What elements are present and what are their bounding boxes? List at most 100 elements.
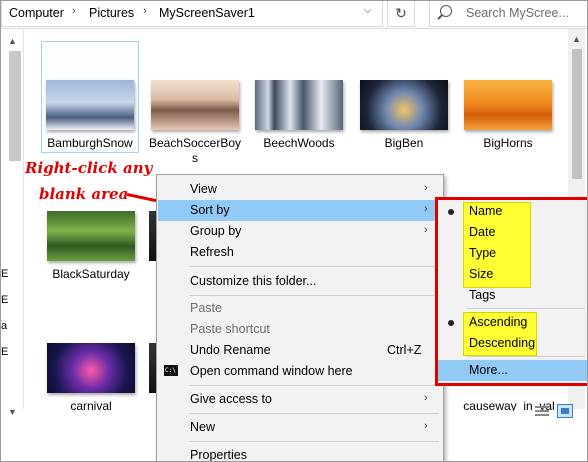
address-bar: Computer › Pictures › MyScreenSaver1 ⌵ ↻… bbox=[1, 1, 587, 29]
menu-separator bbox=[189, 295, 439, 296]
sort-option-label: Name bbox=[469, 204, 503, 218]
sort-option-tags[interactable]: Tags bbox=[437, 285, 587, 306]
menu-separator bbox=[189, 385, 439, 386]
menu-item-shortcut: Ctrl+Z bbox=[387, 343, 422, 357]
sort-option-label: Size bbox=[469, 267, 494, 281]
large-icons-view-icon[interactable] bbox=[557, 404, 573, 418]
menu-item-sort-by[interactable]: Sort by › bbox=[158, 200, 441, 221]
file-item-bighorns[interactable]: BigHorns bbox=[460, 42, 556, 151]
thumbnail-image bbox=[47, 211, 135, 261]
file-item-beechwoods[interactable]: BeechWoods bbox=[251, 42, 347, 151]
radio-selected-icon bbox=[448, 320, 454, 326]
menu-item-label: Refresh bbox=[190, 245, 234, 259]
file-item-bigben[interactable]: BigBen bbox=[356, 42, 452, 151]
file-item-carnival[interactable]: carnival bbox=[43, 301, 139, 411]
menu-item-label: View bbox=[190, 182, 217, 196]
thumbnail-image bbox=[47, 343, 135, 393]
nav-partial-label[interactable]: E bbox=[1, 261, 8, 287]
file-name: carnival bbox=[70, 399, 112, 411]
chevron-right-icon: › bbox=[424, 203, 428, 215]
sort-option-label: Date bbox=[469, 225, 496, 239]
menu-item-refresh[interactable]: Refresh bbox=[158, 242, 441, 263]
sort-option-label: Descending bbox=[469, 336, 536, 350]
sort-option-label: Ascending bbox=[469, 315, 528, 329]
nav-partial-labels: E E a E bbox=[1, 261, 8, 365]
scroll-up-icon[interactable]: ▲ bbox=[8, 36, 17, 46]
chevron-down-icon[interactable]: ⌵ bbox=[364, 5, 372, 16]
nav-partial-label[interactable]: E bbox=[1, 287, 8, 313]
menu-item-open-command-window[interactable]: C:\ Open command window here bbox=[158, 361, 441, 382]
menu-separator bbox=[189, 266, 439, 267]
chevron-right-icon: › bbox=[424, 420, 428, 432]
file-name: BeechWoods bbox=[263, 136, 335, 150]
thumbnail-image bbox=[464, 80, 552, 130]
scrollbar-thumb[interactable] bbox=[572, 49, 582, 179]
file-name: BigBen bbox=[384, 136, 424, 150]
file-item-beachsoccerboys[interactable]: BeachSoccerBoys bbox=[147, 42, 243, 166]
sort-option-label: Type bbox=[469, 246, 497, 260]
annotation-text-line1: Right-click any bbox=[25, 159, 153, 177]
nav-partial-label[interactable]: a bbox=[1, 313, 8, 339]
file-name: BamburghSnow bbox=[47, 136, 133, 150]
sort-by-submenu: Name Date Type Size Tags Ascending Desce… bbox=[436, 197, 587, 385]
command-prompt-icon: C:\ bbox=[164, 365, 178, 376]
search-input[interactable]: Search MyScree... bbox=[429, 1, 587, 27]
menu-separator bbox=[467, 308, 585, 309]
sort-option-more[interactable]: More... bbox=[437, 360, 587, 381]
thumbnail-image bbox=[46, 80, 134, 130]
refresh-button[interactable]: ↻ bbox=[387, 1, 415, 27]
nav-partial-label[interactable]: E bbox=[1, 339, 8, 365]
thumbnail-image bbox=[360, 80, 448, 130]
menu-item-customize[interactable]: Customize this folder... bbox=[158, 271, 441, 292]
file-name: BeachSoccerBoys bbox=[148, 136, 242, 165]
menu-item-label: New bbox=[190, 420, 216, 434]
sort-option-label: Tags bbox=[469, 288, 496, 302]
radio-selected-icon bbox=[448, 209, 454, 215]
breadcrumb-separator-icon[interactable]: › bbox=[143, 5, 147, 17]
menu-item-label: Group by bbox=[190, 224, 242, 238]
sort-option-label: More... bbox=[469, 363, 508, 377]
menu-item-label: Paste bbox=[190, 301, 222, 315]
thumbnail-image bbox=[255, 80, 343, 130]
menu-item-label: Undo Rename bbox=[190, 343, 271, 357]
chevron-right-icon: › bbox=[424, 224, 428, 236]
navigation-pane: ▲ E E a E ▼ bbox=[1, 29, 24, 417]
annotation-text-line2: blank area bbox=[39, 185, 129, 203]
chevron-right-icon: › bbox=[424, 392, 428, 404]
menu-item-label: Paste shortcut bbox=[190, 322, 270, 336]
breadcrumb[interactable]: Computer › Pictures › MyScreenSaver1 ⌵ bbox=[1, 1, 383, 27]
menu-item-paste[interactable]: Paste bbox=[158, 298, 441, 319]
chevron-right-icon: › bbox=[424, 182, 428, 194]
menu-item-undo-rename[interactable]: Undo Rename Ctrl+Z bbox=[158, 340, 441, 361]
search-icon bbox=[440, 5, 452, 17]
context-menu: View › Sort by › Group by › Refresh Cust… bbox=[156, 174, 444, 462]
menu-separator bbox=[189, 441, 439, 442]
search-placeholder: Search MyScree... bbox=[466, 6, 569, 20]
explorer-window: Computer › Pictures › MyScreenSaver1 ⌵ ↻… bbox=[0, 0, 588, 462]
menu-item-label: Properties bbox=[190, 448, 247, 462]
menu-item-give-access[interactable]: Give access to › bbox=[158, 389, 441, 410]
menu-separator bbox=[467, 356, 585, 357]
breadcrumb-pictures[interactable]: Pictures bbox=[89, 6, 134, 20]
nav-scrollbar-thumb[interactable] bbox=[9, 51, 21, 161]
menu-separator bbox=[189, 413, 439, 414]
menu-item-label: Customize this folder... bbox=[190, 274, 317, 288]
file-item-bamburghsnow[interactable]: BamburghSnow bbox=[41, 41, 139, 153]
menu-item-label: Sort by bbox=[190, 203, 230, 217]
menu-item-view[interactable]: View › bbox=[158, 179, 441, 200]
file-name: BigHorns bbox=[483, 136, 533, 150]
breadcrumb-separator-icon[interactable]: › bbox=[72, 5, 76, 17]
menu-item-new[interactable]: New › bbox=[158, 417, 441, 438]
scroll-down-icon[interactable]: ▼ bbox=[8, 407, 17, 417]
breadcrumb-computer[interactable]: Computer bbox=[9, 6, 64, 20]
menu-item-properties[interactable]: Properties bbox=[158, 445, 441, 462]
menu-item-label: Open command window here bbox=[190, 364, 353, 378]
details-view-icon[interactable] bbox=[535, 406, 549, 418]
menu-item-label: Give access to bbox=[190, 392, 272, 406]
refresh-icon: ↻ bbox=[395, 5, 407, 21]
thumbnail-image bbox=[151, 80, 239, 130]
scroll-up-icon[interactable]: ▲ bbox=[572, 34, 581, 44]
menu-item-group-by[interactable]: Group by › bbox=[158, 221, 441, 242]
menu-item-paste-shortcut[interactable]: Paste shortcut bbox=[158, 319, 441, 340]
breadcrumb-myscreensaver1[interactable]: MyScreenSaver1 bbox=[159, 6, 255, 20]
